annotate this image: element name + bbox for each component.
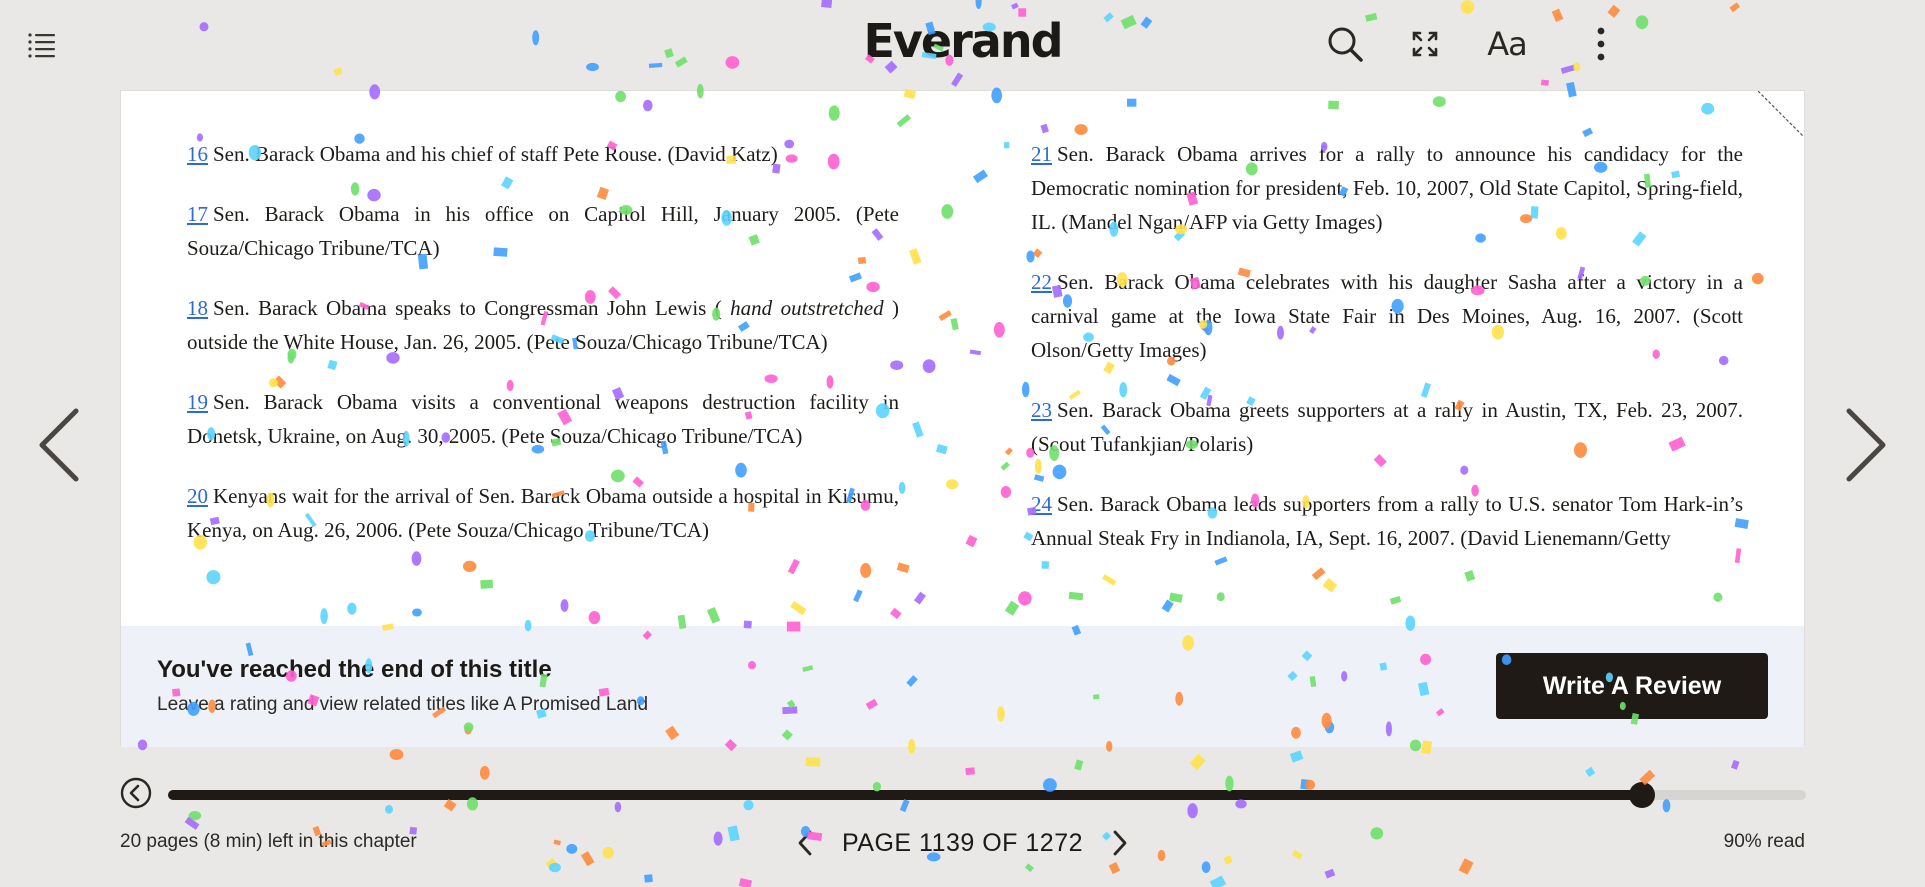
confetti-piece bbox=[1729, 2, 1741, 13]
confetti-piece bbox=[899, 799, 910, 813]
book-page: 16 Sen. Barack Obama and his chief of sta… bbox=[120, 90, 1805, 747]
footnote-21: 21 Sen. Barack Obama arrives for a rally … bbox=[1031, 142, 1743, 234]
footnote-22: 22 Sen. Barack Obama celebrates with his … bbox=[1031, 270, 1743, 362]
footnote-17: 17 Sen. Barack Obama in his office on Cap… bbox=[187, 202, 899, 260]
confetti-piece bbox=[1108, 862, 1121, 875]
confetti-piece bbox=[1300, 778, 1310, 790]
footnote-link-23[interactable]: 23 bbox=[1031, 398, 1052, 422]
confetti-piece bbox=[389, 749, 404, 760]
chevron-left-small-icon bbox=[798, 830, 812, 856]
footnote-23: 23 Sen. Barack Obama greets supporters at… bbox=[1031, 398, 1743, 456]
fullscreen-icon bbox=[1412, 31, 1438, 57]
page-indicator: PAGE 1139 OF 1272 bbox=[841, 828, 1084, 857]
progress-handle[interactable] bbox=[1629, 782, 1655, 808]
confetti-piece bbox=[1662, 799, 1671, 813]
confetti-piece bbox=[333, 67, 343, 77]
previous-page-button[interactable] bbox=[790, 826, 820, 860]
confetti-piece bbox=[1324, 868, 1336, 879]
end-of-title-subtitle: Leave a rating and view related titles l… bbox=[157, 694, 649, 715]
chevron-right-icon bbox=[1846, 408, 1886, 482]
confetti-piece bbox=[1201, 861, 1211, 873]
confetti-piece bbox=[443, 798, 457, 812]
confetti-piece bbox=[821, 0, 833, 9]
confetti-piece bbox=[1074, 759, 1084, 771]
end-of-title-heading: You've reached the end of this title bbox=[157, 656, 552, 683]
footnote-link-20[interactable]: 20 bbox=[187, 484, 208, 508]
font-settings-button[interactable]: Aa bbox=[1477, 22, 1537, 66]
confetti-piece bbox=[1305, 779, 1316, 790]
page-navigator: PAGE 1139 OF 1272 bbox=[0, 826, 1925, 862]
confetti-piece bbox=[1289, 750, 1304, 763]
confetti-piece bbox=[1011, 2, 1019, 10]
reading-progress-slider[interactable] bbox=[168, 782, 1806, 808]
confetti-piece bbox=[644, 874, 653, 883]
confetti-piece bbox=[1189, 753, 1206, 771]
footnote-link-18[interactable]: 18 bbox=[187, 296, 208, 320]
search-icon bbox=[1328, 27, 1363, 62]
footnote-link-21[interactable]: 21 bbox=[1031, 142, 1052, 166]
confetti-piece bbox=[951, 72, 964, 87]
more-options-button[interactable] bbox=[1589, 22, 1613, 66]
confetti-piece bbox=[975, 0, 982, 10]
confetti-piece bbox=[1187, 803, 1198, 819]
jump-back-button[interactable] bbox=[120, 777, 152, 809]
footnote-16: 16 Sen. Barack Obama and his chief of sta… bbox=[187, 142, 778, 166]
next-page-arrow[interactable] bbox=[1837, 405, 1893, 485]
footnote-link-19[interactable]: 19 bbox=[187, 390, 208, 414]
footnote-24: 24 Sen. Barack Obama leads supporters fro… bbox=[1031, 492, 1743, 550]
confetti-piece bbox=[965, 767, 975, 776]
footnote-link-24[interactable]: 24 bbox=[1031, 492, 1052, 516]
confetti-piece bbox=[743, 800, 754, 811]
confetti-piece bbox=[1540, 79, 1549, 86]
left-column: 16 Sen. Barack Obama and his chief of sta… bbox=[187, 137, 899, 573]
confetti-piece bbox=[1024, 863, 1034, 873]
confetti-piece bbox=[1209, 875, 1227, 887]
footnote-19: 19 Sen. Barack Obama visits a conventiona… bbox=[187, 390, 899, 448]
fullscreen-button[interactable] bbox=[1403, 22, 1447, 66]
confetti-piece bbox=[738, 877, 753, 887]
reader-screen: Everand Aa 16 Sen. Barack Obama and his … bbox=[0, 0, 1925, 887]
previous-page-arrow[interactable] bbox=[32, 405, 88, 485]
chevron-right-small-icon bbox=[1113, 830, 1127, 856]
confetti-piece bbox=[1585, 766, 1596, 778]
confetti-piece bbox=[1730, 759, 1740, 770]
confetti-piece bbox=[614, 801, 622, 813]
progress-fill bbox=[168, 790, 1642, 800]
confetti-piece bbox=[479, 765, 490, 780]
footnote-link-16[interactable]: 16 bbox=[187, 142, 208, 166]
page-fold-corner bbox=[1758, 91, 1804, 137]
percent-read: 90% read bbox=[1723, 831, 1805, 852]
chevron-left-icon bbox=[39, 408, 79, 482]
everand-logo[interactable]: Everand bbox=[0, 14, 1925, 68]
confetti-piece bbox=[188, 811, 202, 821]
confetti-piece bbox=[548, 862, 561, 873]
end-of-title-banner: You've reached the end of this title Lea… bbox=[121, 626, 1804, 747]
search-button[interactable] bbox=[1323, 22, 1367, 66]
footnote-20: 20 Kenyans wait for the arrival of Sen. B… bbox=[187, 484, 899, 542]
footnote-link-17[interactable]: 17 bbox=[187, 202, 208, 226]
confetti-piece bbox=[1235, 799, 1247, 809]
footnote-18: 18 Sen. Barack Obama speaks to Congressma… bbox=[187, 296, 900, 354]
footnote-link-22[interactable]: 22 bbox=[1031, 270, 1052, 294]
write-review-button[interactable]: Write A Review bbox=[1496, 653, 1768, 719]
confetti-piece bbox=[1460, 0, 1475, 14]
more-vertical-icon bbox=[1597, 27, 1605, 61]
confetti-piece bbox=[385, 804, 393, 814]
right-column: 21 Sen. Barack Obama arrives for a rally … bbox=[1031, 137, 1743, 581]
next-page-button[interactable] bbox=[1105, 826, 1135, 860]
confetti-piece bbox=[805, 757, 821, 767]
back-circle-icon bbox=[120, 777, 152, 809]
